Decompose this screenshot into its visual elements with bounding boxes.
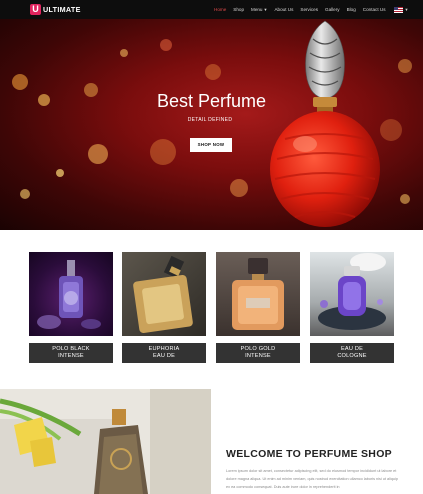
- product-label[interactable]: POLO GOLD INTENSE: [216, 343, 300, 363]
- product-card[interactable]: POLO GOLD INTENSE: [216, 252, 300, 363]
- products-row: POLO BLACK INTENSE EUPHORIA EAU DE POLO …: [0, 252, 423, 364]
- brand-logo[interactable]: U ULTIMATE: [30, 4, 81, 15]
- us-flag-icon: [393, 6, 403, 13]
- chevron-down-icon: ▼: [404, 7, 409, 12]
- language-selector[interactable]: ▼: [393, 6, 409, 13]
- bokeh-light: [88, 144, 108, 164]
- product-name-line1: POLO BLACK: [52, 346, 90, 353]
- bokeh-light: [400, 194, 410, 204]
- bokeh-light: [230, 179, 248, 197]
- product-image[interactable]: [29, 252, 113, 336]
- product-label[interactable]: EAU DE COLOGNE: [310, 343, 394, 363]
- product-name-line1: EAU DE: [340, 346, 364, 353]
- product-label[interactable]: POLO BLACK INTENSE: [29, 343, 113, 363]
- nav-menu-label: Menu: [251, 7, 263, 12]
- perfume-eau-de-cologne-illustration: [318, 253, 386, 330]
- product-card[interactable]: POLO BLACK INTENSE: [29, 252, 113, 363]
- product-name-line1: POLO GOLD: [240, 346, 276, 353]
- welcome-body-text: Lorem ipsum dolor sit amet, consectetur …: [226, 469, 399, 489]
- nav-services[interactable]: Services: [300, 7, 318, 12]
- welcome-image: [0, 389, 211, 494]
- perfume-polo-black-illustration: [37, 260, 101, 329]
- nav-home[interactable]: Home: [214, 7, 226, 12]
- nav-blog[interactable]: Blog: [347, 7, 356, 12]
- perfume-euphoria-illustration: [133, 255, 193, 333]
- perfume-flatlay-illustration: [0, 389, 211, 494]
- product-image[interactable]: [216, 252, 300, 336]
- bokeh-light: [205, 64, 221, 80]
- hero-banner: Best Perfume DETAIL DEFINED SHOP NOW: [0, 19, 423, 230]
- product-image[interactable]: [310, 252, 394, 336]
- bokeh-light: [120, 49, 128, 57]
- product-card[interactable]: EAU DE COLOGNE: [310, 252, 394, 363]
- nav-shop[interactable]: Shop: [233, 7, 244, 12]
- perfume-polo-gold-illustration: [232, 258, 284, 330]
- product-name-line2: INTENSE: [245, 353, 271, 359]
- product-card[interactable]: EUPHORIA EAU DE: [122, 252, 206, 363]
- bokeh-light: [398, 59, 412, 73]
- shop-now-button[interactable]: SHOP NOW: [190, 138, 232, 152]
- product-name-line1: EUPHORIA: [148, 346, 180, 353]
- nav-gallery[interactable]: Gallery: [325, 7, 340, 12]
- chevron-down-icon: ▼: [263, 7, 268, 12]
- product-image[interactable]: [122, 252, 206, 336]
- nav-contact[interactable]: Contact Us: [363, 7, 386, 12]
- product-name-line2: COLOGNE: [337, 353, 367, 359]
- perfume-bottle-image: [270, 20, 380, 227]
- top-navbar: U ULTIMATE Home Shop Menu▼ About Us Serv…: [0, 0, 423, 19]
- welcome-title: WELCOME TO PERFUME SHOP: [226, 448, 392, 460]
- bokeh-light: [150, 139, 176, 165]
- hero-title: Best Perfume: [156, 91, 267, 111]
- main-menu: Home Shop Menu▼ About Us Services Galler…: [214, 0, 415, 19]
- logo-mark: U: [30, 4, 41, 15]
- bokeh-light: [160, 39, 172, 51]
- bokeh-light: [20, 189, 30, 199]
- hero-subtitle: DETAIL DEFINED: [187, 117, 233, 123]
- bokeh-light: [56, 169, 64, 177]
- product-name-line2: EAU DE: [152, 353, 176, 359]
- nav-menu[interactable]: Menu▼: [251, 7, 267, 12]
- product-name-line2: INTENSE: [58, 353, 84, 359]
- nav-about[interactable]: About Us: [274, 7, 293, 12]
- product-label[interactable]: EUPHORIA EAU DE: [122, 343, 206, 363]
- bokeh-light: [12, 74, 28, 90]
- logo-text: ULTIMATE: [43, 5, 81, 14]
